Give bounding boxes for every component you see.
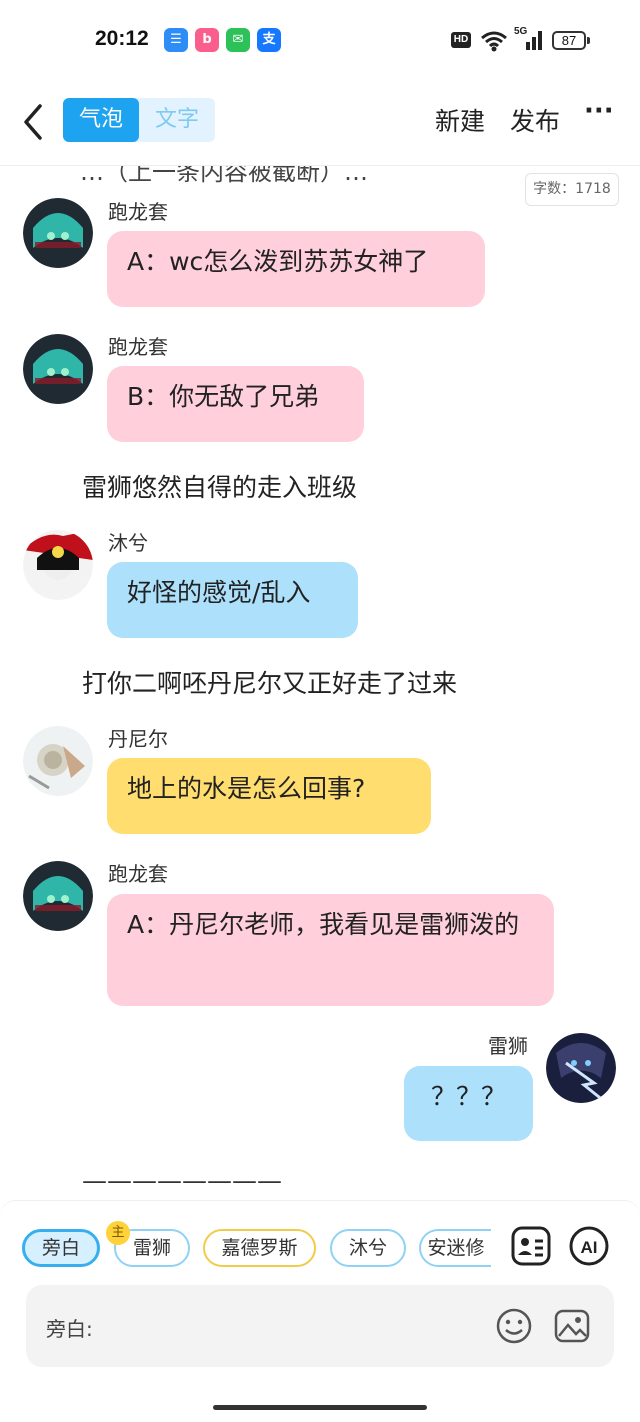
message-bubble[interactable]: A：丹尼尔老师，我看见是雷狮泼的 [107, 894, 554, 1006]
narration-text[interactable]: 打你二啊呸丹尼尔又正好走了过来 [82, 664, 457, 700]
sender-name: 跑龙套 [108, 200, 168, 224]
wifi-icon [481, 31, 507, 52]
avatar-leishi[interactable] [546, 1033, 616, 1103]
input-speaker-label: 旁白: [46, 1317, 93, 1341]
more-options-icon[interactable]: ··· [584, 96, 614, 126]
narration-text[interactable]: 雷狮悠然自得的走入班级 [82, 468, 357, 504]
bilibili-icon: b [195, 28, 219, 52]
battery-tip [587, 37, 590, 44]
sender-name: 跑龙套 [108, 862, 168, 886]
publish-button[interactable]: 发布 [510, 102, 560, 138]
host-badge: 主 [106, 1221, 130, 1245]
message-bubble[interactable]: 好怪的感觉/乱入 [107, 562, 358, 638]
character-chip[interactable]: 嘉德罗斯 [203, 1229, 316, 1267]
sender-name: 跑龙套 [108, 335, 168, 359]
new-button[interactable]: 新建 [435, 102, 485, 138]
truncated-narration-line: …（上一条内容被截断）… [80, 166, 368, 186]
character-chip[interactable]: 沐兮 [330, 1229, 406, 1267]
hd-icon: HD [451, 32, 471, 48]
word-count-badge: 字数：1718 [525, 173, 619, 206]
chat-scroll-area[interactable]: …（上一条内容被截断）… 字数：1718 跑龙套 A：wc怎么泼到苏苏女神了 跑… [0, 166, 640, 1200]
sender-name: 沐兮 [108, 531, 148, 555]
home-indicator [213, 1405, 427, 1410]
svg-text:AI: AI [581, 1238, 598, 1257]
message-app-icon: ☰ [164, 28, 188, 52]
top-nav-bar: 气泡 文字 新建 发布 ··· [0, 80, 640, 166]
composer-panel: 旁白 雷狮 主 嘉德罗斯 沐兮 安迷修 AI 旁白: [0, 1200, 640, 1422]
narration-text[interactable]: ———————— [82, 1166, 282, 1195]
sender-name: 丹尼尔 [108, 727, 168, 751]
image-icon[interactable] [553, 1307, 591, 1345]
emoji-icon[interactable] [495, 1307, 533, 1345]
message-bubble[interactable]: B：你无敌了兄弟 [107, 366, 364, 442]
message-bubble[interactable]: 地上的水是怎么回事? [107, 758, 431, 834]
display-mode-toggle: 气泡 文字 [63, 98, 215, 142]
sender-name: 雷狮 [488, 1034, 528, 1058]
avatar-muxi[interactable] [23, 530, 93, 600]
ai-assistant-icon[interactable]: AI [568, 1225, 610, 1267]
status-bar: 20:12 ☰ b ✉ 支 HD 5G 87 [0, 0, 640, 80]
tab-bubble-mode[interactable]: 气泡 [63, 98, 139, 142]
alipay-icon: 支 [257, 28, 281, 52]
network-type: 5G [514, 26, 528, 37]
message-bubble[interactable]: A：wc怎么泼到苏苏女神了 [107, 231, 485, 307]
status-time: 20:12 [95, 27, 149, 50]
wechat-icon: ✉ [226, 28, 250, 52]
message-bubble[interactable]: ？？？ [404, 1066, 533, 1141]
message-input[interactable]: 旁白: [26, 1285, 614, 1367]
character-card-icon[interactable] [510, 1225, 552, 1267]
character-chip-narrator[interactable]: 旁白 [22, 1229, 100, 1267]
avatar-paolongtao[interactable] [23, 198, 93, 268]
avatar-paolongtao[interactable] [23, 861, 93, 931]
back-arrow-icon[interactable] [18, 102, 48, 142]
tab-text-mode[interactable]: 文字 [139, 98, 215, 142]
battery-icon: 87 [552, 31, 586, 50]
avatar-danier[interactable] [23, 726, 93, 796]
character-chip[interactable]: 安迷修 [419, 1229, 491, 1267]
avatar-paolongtao[interactable] [23, 334, 93, 404]
